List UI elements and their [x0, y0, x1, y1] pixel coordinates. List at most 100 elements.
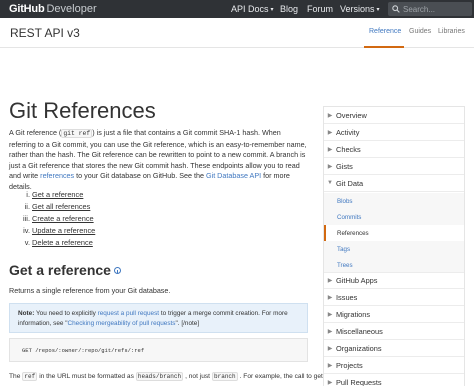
sidebar-item-label: Git Data — [336, 178, 364, 188]
tab-guides[interactable]: Guides — [409, 28, 431, 35]
page-title: Git References — [9, 98, 156, 123]
nav-forum[interactable]: Forum — [307, 2, 333, 16]
toc-link-delete-a-reference[interactable]: Delete a reference — [32, 237, 93, 249]
inline-code-git-ref: git ref — [61, 129, 93, 138]
sidebar-subitem-references[interactable]: References — [324, 225, 464, 241]
top-header: GitHub Developer API Docs ▾ Blog Forum V… — [0, 0, 474, 18]
toc-number: ii. — [24, 202, 30, 212]
sidebar-subitem-blobs[interactable]: Blobs — [324, 193, 464, 209]
sidebar-item-activity[interactable]: ▶ Activity — [324, 124, 464, 141]
section-heading-text: Get a reference — [9, 262, 111, 278]
sidebar-subitem-commits[interactable]: Commits — [324, 209, 464, 225]
nav-blog-label: Blog — [280, 4, 299, 14]
toc-item: iii. Create a reference — [22, 213, 95, 225]
sidebar-item-organizations[interactable]: ▶ Organizations — [324, 340, 464, 357]
sidebar-item-overview[interactable]: ▶ Overview — [324, 107, 464, 124]
api-version-title: REST API v3 — [10, 26, 80, 40]
nav-versions-label: Versions — [340, 4, 375, 14]
nav-versions[interactable]: Versions ▾ — [340, 2, 380, 16]
sidebar-subitem-trees[interactable]: Trees — [324, 257, 464, 273]
sidebar-item-issues[interactable]: ▶ Issues — [324, 289, 464, 306]
toc-number: iv. — [23, 226, 30, 236]
chevron-right-icon: ▶ — [327, 163, 333, 170]
sidebar-item-projects[interactable]: ▶ Projects — [324, 357, 464, 374]
sidebar-item-label: Activity — [336, 127, 360, 137]
toc-link-get-a-reference[interactable]: Get a reference — [32, 189, 83, 201]
sidebar-item-gists[interactable]: ▶ Gists — [324, 158, 464, 175]
section-description: Returns a single reference from your Git… — [9, 286, 171, 295]
sidebar-item-github-apps[interactable]: ▶ GitHub Apps — [324, 272, 464, 289]
chevron-right-icon: ▶ — [327, 278, 333, 284]
endpoint-code: GET /repos/:owner/:repo/git/refs/:ref — [22, 347, 145, 354]
nav-api-docs[interactable]: API Docs ▾ — [231, 2, 274, 16]
note-text-3: ". [/note] — [175, 319, 200, 327]
note-label: Note: — [18, 310, 35, 317]
table-of-contents: i. Get a reference ii. Get all reference… — [22, 189, 95, 249]
sidebar-item-label: Miscellaneous — [336, 326, 383, 336]
ref-text-4: . For example, the call to get the — [239, 373, 334, 380]
sidebar-nav: ▶ Overview ▶ Activity ▶ Checks ▶ Gists ▼… — [323, 106, 465, 386]
tab-libraries[interactable]: Libraries — [438, 28, 465, 35]
sidebar-item-label: GitHub Apps — [336, 276, 378, 285]
info-icon[interactable] — [113, 266, 121, 274]
intro-text-3: to your Git database on GitHub. See the — [74, 171, 206, 180]
toc-item: iv. Update a reference — [22, 225, 95, 237]
toc-link-create-a-reference[interactable]: Create a reference — [32, 213, 94, 225]
tab-reference[interactable]: Reference — [369, 28, 401, 35]
mergeability-link[interactable]: Checking mergeability of pull requests — [68, 320, 176, 327]
sidebar-item-label: Pull Requests — [336, 377, 382, 386]
sidebar-item-label: Projects — [336, 360, 363, 370]
active-tab-indicator — [364, 46, 404, 48]
chevron-down-icon: ▼ — [327, 180, 333, 186]
search-placeholder: Search... — [403, 4, 436, 14]
sub-header: REST API v3 Reference Guides Libraries — [0, 18, 474, 48]
ref-text-2: in the URL must be formatted as — [39, 373, 134, 380]
logo-sub-text: Developer — [46, 3, 97, 15]
chevron-right-icon: ▶ — [327, 146, 333, 153]
toc-item: v. Delete a reference — [22, 237, 95, 249]
toc-item: ii. Get all references — [22, 201, 95, 213]
toc-number: iii. — [23, 214, 30, 224]
chevron-right-icon: ▶ — [327, 311, 333, 318]
toc-number: i. — [26, 190, 30, 199]
search-icon — [392, 5, 400, 13]
references-link[interactable]: references — [40, 171, 74, 180]
inline-code-heads-branch: heads/branch — [135, 372, 184, 381]
sidebar-item-label: Organizations — [336, 343, 382, 353]
chevron-right-icon: ▶ — [327, 129, 333, 136]
sidebar-item-pull-requests[interactable]: ▶ Pull Requests — [324, 374, 464, 386]
sidebar-item-git-data[interactable]: ▼ Git Data — [324, 175, 464, 192]
nav-blog[interactable]: Blog — [280, 2, 298, 16]
chevron-down-icon: ▾ — [376, 6, 380, 13]
sidebar-item-label: Overview — [336, 110, 367, 120]
nav-forum-label: Forum — [307, 4, 334, 14]
toc-link-get-all-references[interactable]: Get all references — [32, 201, 90, 213]
nav-api-docs-label: API Docs — [231, 4, 269, 14]
chevron-right-icon: ▶ — [327, 328, 333, 335]
search-input[interactable]: Search... — [388, 2, 472, 16]
section-heading-get-a-reference: Get a reference — [9, 262, 121, 278]
chevron-right-icon: ▶ — [327, 112, 333, 119]
sidebar-item-miscellaneous[interactable]: ▶ Miscellaneous — [324, 323, 464, 340]
sidebar-item-checks[interactable]: ▶ Checks — [324, 141, 464, 158]
endpoint-code-block: GET /repos/:owner/:repo/git/refs/:ref — [9, 338, 308, 362]
ref-format-paragraph: The ref in the URL must be formatted as … — [9, 372, 334, 381]
toc-item: i. Get a reference — [22, 189, 95, 201]
toc-link-update-a-reference[interactable]: Update a reference — [32, 225, 95, 237]
chevron-right-icon: ▶ — [327, 362, 333, 369]
sidebar-item-label: Issues — [336, 292, 358, 302]
sidebar-item-label: Checks — [336, 144, 361, 154]
sidebar-item-label: Migrations — [336, 309, 371, 319]
sidebar-item-migrations[interactable]: ▶ Migrations — [324, 306, 464, 323]
intro-paragraph: A Git reference (git ref) is just a file… — [9, 128, 309, 192]
note-text-1: You need to explicitly — [34, 310, 98, 317]
request-pull-request-link[interactable]: request a pull request — [98, 310, 159, 317]
chevron-right-icon: ▶ — [327, 294, 333, 301]
sidebar-item-label: Gists — [336, 161, 353, 171]
sidebar-subitem-tags[interactable]: Tags — [324, 241, 464, 257]
github-developer-logo[interactable]: GitHub Developer — [9, 2, 97, 16]
inline-code-branch: branch — [212, 372, 238, 381]
ref-text-3: , not just — [185, 373, 211, 380]
git-database-api-link[interactable]: Git Database API — [206, 171, 261, 180]
inline-code-ref: ref — [22, 372, 38, 381]
